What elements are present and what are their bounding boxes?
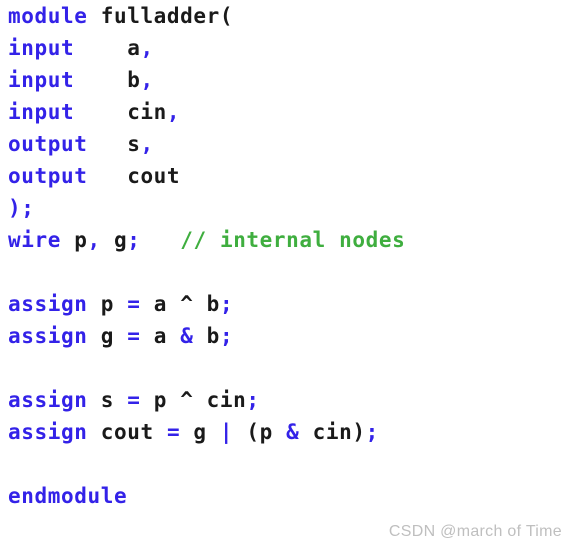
code-token-punct: = [127, 324, 141, 348]
code-token-id [140, 228, 180, 252]
code-token-op: ^ [180, 292, 194, 316]
code-token-kw: endmodule [8, 484, 128, 508]
code-token-punct: ; [365, 420, 379, 444]
code-token-id: a [140, 324, 181, 348]
code-line: output s, [0, 128, 570, 160]
code-token-kw: assign [8, 292, 88, 316]
code-token-id: b [193, 292, 220, 316]
code-token-id: a [74, 36, 141, 60]
code-token-punct: ; [219, 324, 234, 348]
code-token-id: cout [87, 164, 181, 188]
code-token-id: p [140, 388, 181, 412]
code-token-punct: , [87, 228, 101, 252]
code-token-id: s [87, 388, 128, 412]
code-token-id: g [87, 324, 128, 348]
code-token-kw: output [8, 132, 88, 156]
code-token-kw: output [8, 164, 88, 188]
code-token-punct: & [286, 420, 300, 444]
code-token-kw: assign [8, 388, 88, 412]
code-line: input b, [0, 64, 570, 96]
code-token-punct: , [140, 68, 154, 92]
code-token-id: cout [87, 420, 167, 444]
code-token-comment: // internal nodes [180, 228, 406, 252]
code-line: endmodule [0, 480, 570, 512]
code-token-punct: = [127, 292, 141, 316]
code-token-kw: input [8, 68, 75, 92]
code-token-punct: , [140, 36, 154, 60]
code-line: input cin, [0, 96, 570, 128]
code-token-punct: ; [219, 292, 234, 316]
code-line: input a, [0, 32, 570, 64]
code-token-id: b [74, 68, 141, 92]
code-token-kw: assign [8, 324, 88, 348]
code-token-id: (p [233, 420, 287, 444]
code-token-id: b [193, 324, 220, 348]
code-block: module fulladder(input a, input b, input c… [0, 0, 570, 549]
code-token-op: ^ [180, 388, 194, 412]
code-token-kw: assign [8, 420, 88, 444]
code-token-id: cin) [299, 420, 366, 444]
code-line: ); [0, 192, 570, 224]
code-line: assign cout = g | (p & cin); [0, 416, 570, 448]
code-line: module fulladder( [0, 0, 570, 32]
code-lines-container: module fulladder(input a, input b, input c… [0, 0, 570, 512]
code-token-punct: = [166, 420, 181, 444]
code-line: assign g = a & b; [0, 320, 570, 352]
code-token-kw: input [8, 100, 75, 124]
code-line: output cout [0, 160, 570, 192]
code-token-punct: ); [8, 196, 35, 220]
code-token-punct: & [180, 324, 194, 348]
code-token-id: a [140, 292, 181, 316]
code-line: assign p = a ^ b; [0, 288, 570, 320]
code-token-id: p [87, 292, 128, 316]
code-token-punct: ; [127, 228, 141, 252]
csdn-watermark: CSDN @march of Time [388, 523, 562, 540]
code-token-punct: , [140, 132, 154, 156]
code-token-punct: = [127, 388, 141, 412]
code-token-id: s [87, 132, 141, 156]
code-token-kw: wire [8, 228, 61, 252]
code-token-id: p [60, 228, 88, 252]
code-token-id: g [100, 228, 128, 252]
code-token-id: cin [193, 388, 247, 412]
code-token-id: g [180, 420, 220, 444]
code-token-kw: input [8, 36, 75, 60]
code-token-punct: ; [246, 388, 260, 412]
code-token-punct: , [166, 100, 181, 124]
code-line: wire p, g; // internal nodes [0, 224, 570, 256]
code-token-kw: module [8, 4, 88, 28]
code-line: assign s = p ^ cin; [0, 384, 570, 416]
code-token-punct: | [219, 420, 234, 444]
code-token-id: fulladder( [87, 4, 234, 28]
code-token-id: cin [74, 100, 167, 124]
